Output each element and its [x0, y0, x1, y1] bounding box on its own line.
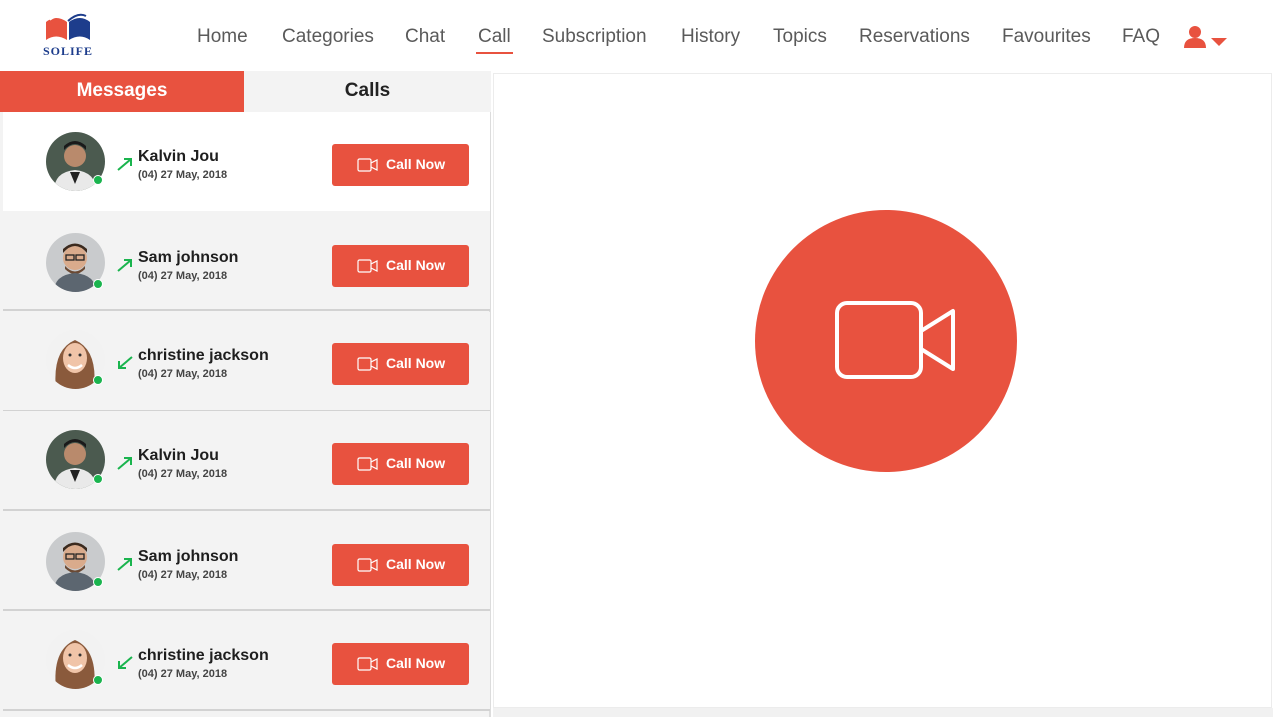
user-menu[interactable] [1183, 24, 1229, 50]
nav-home[interactable]: Home [197, 24, 248, 50]
call-now-button[interactable]: Call Now [332, 643, 469, 685]
call-now-button[interactable]: Call Now [332, 144, 469, 186]
call-row[interactable]: Sam johnson (04) 27 May, 2018 Call Now [3, 511, 490, 611]
video-camera-icon [835, 301, 955, 379]
video-camera-icon [357, 457, 378, 471]
online-status-dot [93, 175, 103, 185]
call-date: (04) 27 May, 2018 [138, 270, 228, 282]
caller-name: christine jackson [138, 347, 269, 364]
nav-faq[interactable]: FAQ [1122, 24, 1160, 50]
top-header: SOLIFE Home Categories Chat Call Subscri… [0, 0, 1273, 71]
caller-name: Kalvin Jou [138, 447, 219, 464]
conversation-panel: Messages Calls Kalvin Jou (04) 27 May, 2… [0, 71, 491, 717]
outgoing-call-arrow-icon [117, 259, 132, 272]
call-now-label: Call Now [386, 257, 446, 273]
call-now-button[interactable]: Call Now [332, 443, 469, 485]
nav-call[interactable]: Call [476, 24, 513, 54]
call-now-label: Call Now [386, 556, 446, 572]
caller-name: christine jackson [138, 647, 269, 664]
video-camera-icon [357, 558, 378, 572]
panel-tabs: Messages Calls [0, 71, 491, 112]
tab-calls[interactable]: Calls [244, 71, 491, 112]
call-now-label: Call Now [386, 455, 446, 471]
caller-name: Sam johnson [138, 249, 239, 266]
call-row[interactable]: Kalvin Jou (04) 27 May, 2018 Call Now [3, 411, 490, 511]
start-video-call-button[interactable] [755, 210, 1017, 472]
call-now-label: Call Now [386, 655, 446, 671]
call-date: (04) 27 May, 2018 [138, 368, 228, 380]
call-now-button[interactable]: Call Now [332, 343, 469, 385]
call-row[interactable]: Kalvin Jou (04) 27 May, 2018 Call Now [3, 112, 490, 212]
call-row[interactable]: christine jackson (04) 27 May, 2018 Call… [3, 611, 490, 711]
call-date: (04) 27 May, 2018 [138, 569, 228, 581]
outgoing-call-arrow-icon [117, 158, 132, 171]
call-now-label: Call Now [386, 156, 446, 172]
online-status-dot [93, 577, 103, 587]
call-row[interactable]: christine jackson (04) 27 May, 2018 Call… [3, 312, 490, 412]
online-status-dot [93, 474, 103, 484]
video-camera-icon [357, 657, 378, 671]
caller-name: Kalvin Jou [138, 148, 219, 165]
main-nav: Home Categories Chat Call Subscription H… [0, 24, 1273, 54]
online-status-dot [93, 375, 103, 385]
call-now-button[interactable]: Call Now [332, 245, 469, 287]
video-camera-icon [357, 357, 378, 371]
incoming-call-arrow-icon [118, 656, 133, 669]
outgoing-call-arrow-icon [117, 558, 132, 571]
user-icon [1184, 26, 1227, 48]
online-status-dot [93, 279, 103, 289]
call-now-button[interactable]: Call Now [332, 544, 469, 586]
call-date: (04) 27 May, 2018 [138, 169, 228, 181]
caller-name: Sam johnson [138, 548, 239, 565]
nav-history[interactable]: History [681, 24, 740, 50]
caret-down-icon [1211, 38, 1227, 46]
tab-messages[interactable]: Messages [0, 71, 244, 112]
call-date: (04) 27 May, 2018 [138, 668, 228, 680]
video-camera-icon [357, 259, 378, 273]
call-row[interactable]: Sam johnson (04) 27 May, 2018 Call Now [3, 211, 490, 311]
video-camera-icon [357, 158, 378, 172]
nav-categories[interactable]: Categories [282, 24, 374, 50]
call-date: (04) 27 May, 2018 [138, 468, 228, 480]
nav-chat[interactable]: Chat [405, 24, 445, 50]
nav-topics[interactable]: Topics [773, 24, 827, 50]
nav-favourites[interactable]: Favourites [1002, 24, 1091, 50]
online-status-dot [93, 675, 103, 685]
bottom-bar [493, 708, 1273, 717]
call-now-label: Call Now [386, 355, 446, 371]
nav-reservations[interactable]: Reservations [859, 24, 970, 50]
call-stage [493, 73, 1272, 708]
nav-subscription[interactable]: Subscription [542, 24, 647, 50]
outgoing-call-arrow-icon [117, 457, 132, 470]
incoming-call-arrow-icon [118, 356, 133, 369]
